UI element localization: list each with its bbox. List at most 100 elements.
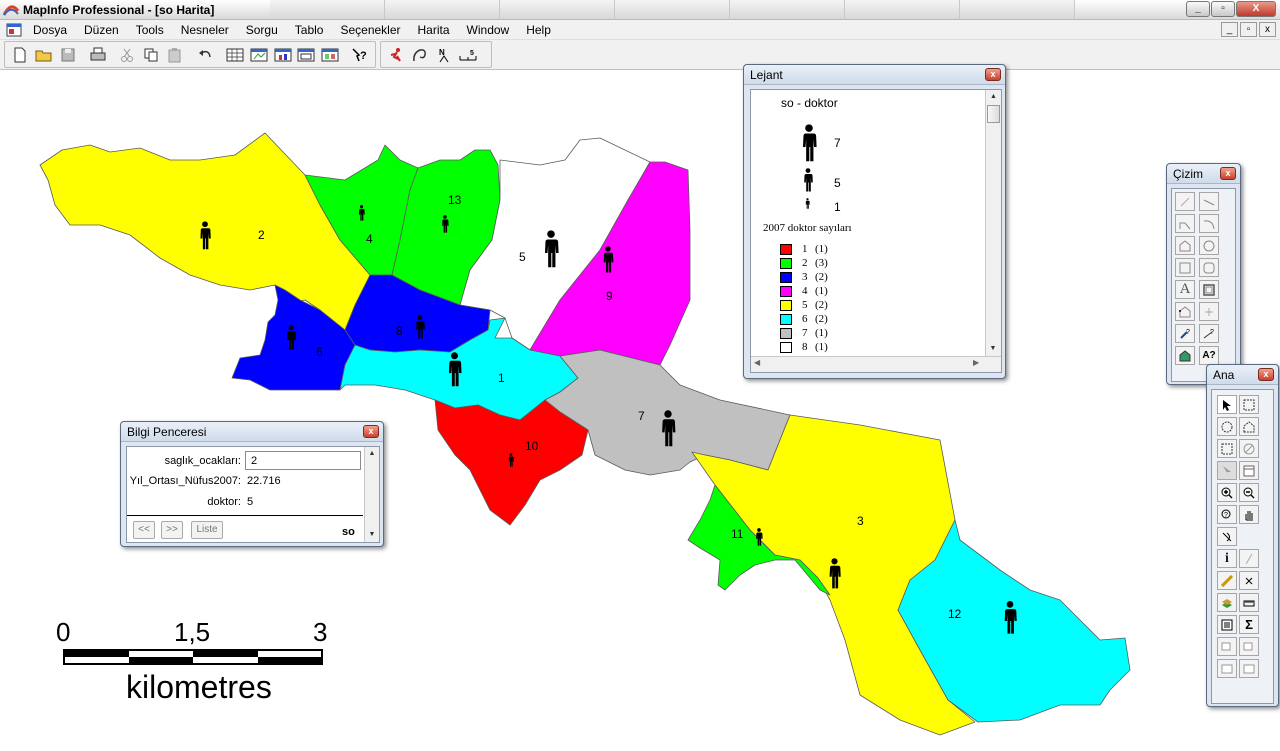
info-window-close-button[interactable]: x	[363, 425, 379, 438]
pan-hand-icon[interactable]	[1239, 505, 1259, 524]
add-node-tool-icon[interactable]	[1199, 302, 1219, 321]
minimize-button[interactable]: _	[1186, 1, 1210, 17]
polygon-select-icon[interactable]	[1239, 417, 1259, 436]
redistrict-icon[interactable]	[319, 44, 341, 66]
arc-tool-icon[interactable]	[1199, 214, 1219, 233]
graph-icon[interactable]	[272, 44, 294, 66]
legend-horizontal-scrollbar[interactable]: ◀ ▶	[751, 356, 1001, 372]
document-window-icon[interactable]	[6, 23, 22, 37]
scroll-up-arrow-icon[interactable]: ▲	[986, 90, 1001, 104]
next-record-button[interactable]: >>	[161, 521, 183, 539]
close-button[interactable]: X	[1236, 1, 1276, 17]
statistics-icon[interactable]: Σ	[1239, 615, 1259, 634]
boundary-select-icon[interactable]	[1217, 439, 1237, 458]
region-style-icon[interactable]	[1175, 346, 1195, 365]
info-vertical-scrollbar[interactable]: ▲ ▼	[364, 447, 379, 542]
main-toolbar-close-button[interactable]: x	[1258, 368, 1274, 381]
new-icon[interactable]	[9, 44, 31, 66]
legend-vertical-scrollbar[interactable]: ▲ ▼	[985, 90, 1001, 356]
line-style-icon[interactable]: ?	[1199, 324, 1219, 343]
ellipse-tool-icon[interactable]	[1199, 236, 1219, 255]
text-tool-icon[interactable]: A	[1175, 280, 1195, 299]
main-toolbar[interactable]: Ana x ? i Σ	[1206, 364, 1279, 707]
field-value-saglik-ocaklari[interactable]: 2	[245, 451, 361, 470]
cartographic-legend-icon[interactable]	[1239, 659, 1259, 678]
reshape-tool-icon[interactable]	[1175, 302, 1195, 321]
scroll-right-arrow-icon[interactable]: ▶	[973, 358, 979, 367]
help-icon[interactable]: ?	[349, 44, 371, 66]
symbol-style-icon[interactable]: ?	[1175, 324, 1195, 343]
symbol-tool-icon[interactable]	[1175, 192, 1195, 211]
legend-close-button[interactable]: x	[985, 68, 1001, 81]
restore-button[interactable]: ▫	[1211, 1, 1235, 17]
zoom-in-icon[interactable]	[1217, 483, 1237, 502]
map-window-icon[interactable]	[248, 44, 270, 66]
line-tool-icon[interactable]	[1199, 192, 1219, 211]
legend-tool-icon[interactable]	[1217, 615, 1237, 634]
map-window[interactable]: 2 4 13 5 9 6 8 1 7 10 11 3 12 0 1,5 3 ki…	[0, 70, 1280, 751]
polyline-tool-icon[interactable]	[1175, 214, 1195, 233]
scroll-down-arrow-icon[interactable]: ▼	[365, 528, 379, 542]
graph-select-icon[interactable]	[1217, 461, 1237, 480]
rectangle-tool-icon[interactable]	[1175, 258, 1195, 277]
rounded-rectangle-tool-icon[interactable]	[1199, 258, 1219, 277]
doc-close-button[interactable]: x	[1259, 22, 1276, 37]
menu-harita[interactable]: Harita	[409, 20, 458, 40]
menu-dosya[interactable]: Dosya	[24, 20, 75, 40]
hotlink-icon[interactable]	[409, 44, 431, 66]
menu-tools[interactable]: Tools	[127, 20, 172, 40]
list-button[interactable]: Liste	[191, 521, 223, 539]
scroll-up-arrow-icon[interactable]: ▲	[365, 447, 379, 461]
menu-help[interactable]: Help	[517, 20, 559, 40]
scroll-left-arrow-icon[interactable]: ◀	[754, 358, 760, 367]
menu-window[interactable]: Window	[458, 20, 518, 40]
scalebar-icon[interactable]: 5	[457, 44, 479, 66]
doc-restore-button[interactable]: ▫	[1240, 22, 1257, 37]
info-tool-icon[interactable]: i	[1217, 549, 1237, 568]
label-tool-icon[interactable]	[1217, 571, 1237, 590]
ruler-icon[interactable]	[1239, 593, 1259, 612]
print-icon[interactable]	[87, 44, 109, 66]
browser-window-icon[interactable]	[1239, 461, 1259, 480]
copy-icon[interactable]	[140, 44, 162, 66]
menu-duzen[interactable]: Düzen	[75, 20, 127, 40]
undo-icon[interactable]	[194, 44, 216, 66]
center-map-icon[interactable]	[1217, 527, 1237, 546]
scroll-thumb[interactable]	[987, 105, 1000, 123]
text-style-icon[interactable]: A?	[1199, 346, 1219, 365]
unselect-all-icon[interactable]	[1239, 439, 1259, 458]
drawing-toolbar-close-button[interactable]: x	[1220, 167, 1236, 180]
save-icon[interactable]	[57, 44, 79, 66]
doc-minimize-button[interactable]: _	[1221, 22, 1238, 37]
frame-tool-icon[interactable]	[1199, 280, 1219, 299]
info-window[interactable]: Bilgi Penceresi x saglık_ocakları: 2 Yıl…	[120, 421, 384, 547]
show-statistics-icon[interactable]	[1239, 637, 1259, 656]
polygon-tool-icon[interactable]	[1175, 236, 1195, 255]
theme-legend-icon[interactable]	[1217, 659, 1237, 678]
zoom-out-icon[interactable]	[1239, 483, 1259, 502]
menu-secenekler[interactable]: Seçenekler	[331, 20, 408, 40]
change-view-icon[interactable]: ?	[1217, 505, 1237, 524]
menu-nesneler[interactable]: Nesneler	[172, 20, 237, 40]
runner-icon[interactable]	[385, 44, 407, 66]
scroll-down-arrow-icon[interactable]: ▼	[986, 342, 1000, 356]
prev-record-button[interactable]: <<	[133, 521, 155, 539]
cut-icon[interactable]	[116, 44, 138, 66]
marquee-select-icon[interactable]	[1239, 395, 1259, 414]
open-icon[interactable]	[33, 44, 55, 66]
show-legend-icon[interactable]	[1217, 637, 1237, 656]
north-arrow-icon[interactable]: N	[433, 44, 455, 66]
drag-map-icon[interactable]	[1239, 571, 1259, 590]
legend-content[interactable]: so - doktor 7 5 1 2007 doktor sayıları 1…	[750, 89, 1002, 373]
legend-window[interactable]: Lejant x so - doktor 7 5 1 2007 doktor s…	[743, 64, 1006, 379]
menu-tablo[interactable]: Tablo	[286, 20, 332, 40]
menu-sorgu[interactable]: Sorgu	[237, 20, 286, 40]
layout-icon[interactable]	[296, 44, 318, 66]
paste-icon[interactable]	[164, 44, 186, 66]
drawing-toolbar[interactable]: Çizim x A ? ? A?	[1166, 163, 1241, 385]
radius-select-icon[interactable]	[1217, 417, 1237, 436]
browser-icon[interactable]	[224, 44, 246, 66]
hotlink-tool-icon[interactable]	[1239, 549, 1259, 568]
layer-control-icon[interactable]	[1217, 593, 1237, 612]
select-arrow-icon[interactable]	[1217, 395, 1237, 414]
